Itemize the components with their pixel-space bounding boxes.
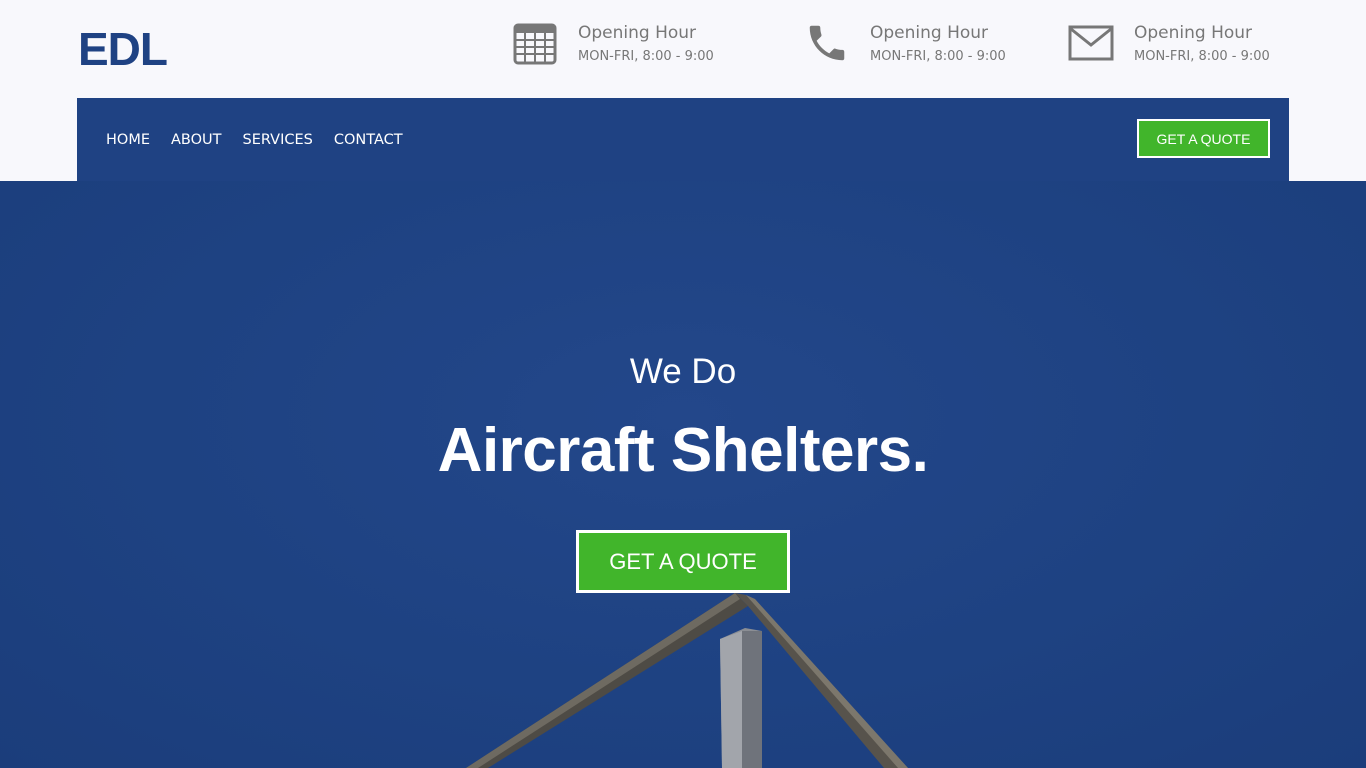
nav-item-home[interactable]: HOME (106, 132, 150, 148)
info-title: Opening Hour (578, 23, 697, 43)
mail-icon (1068, 20, 1114, 66)
nav-item-about[interactable]: ABOUT (171, 132, 222, 148)
calendar-icon (512, 20, 558, 66)
nav-item-contact[interactable]: CONTACT (334, 132, 403, 148)
info-subtitle: MON-FRI, 8:00 - 9:00 (870, 49, 1006, 64)
hero-kicker: We Do (629, 352, 737, 391)
info-subtitle: MON-FRI, 8:00 - 9:00 (578, 49, 714, 64)
contact-info-mail: Opening Hour MON-FRI, 8:00 - 9:00 (1068, 20, 1270, 67)
contact-info-hours: Opening Hour MON-FRI, 8:00 - 9:00 (512, 20, 714, 67)
hero-section: We Do Aircraft Shelters. GET A QUOTE (0, 181, 1366, 768)
info-subtitle: MON-FRI, 8:00 - 9:00 (1134, 49, 1270, 64)
hero-headline: Aircraft Shelters. (437, 416, 929, 485)
contact-info-phone: Opening Hour MON-FRI, 8:00 - 9:00 (804, 20, 1006, 67)
info-title: Opening Hour (1134, 23, 1253, 43)
hero-quote-button[interactable]: GET A QUOTE (576, 530, 790, 593)
nav-quote-button[interactable]: GET A QUOTE (1137, 119, 1270, 158)
main-navigation: HOME ABOUT SERVICES CONTACT GET A QUOTE (77, 98, 1289, 181)
phone-icon (804, 20, 850, 66)
nav-item-services[interactable]: SERVICES (243, 132, 313, 148)
site-logo[interactable]: EDL (78, 22, 168, 76)
info-title: Opening Hour (870, 23, 989, 43)
